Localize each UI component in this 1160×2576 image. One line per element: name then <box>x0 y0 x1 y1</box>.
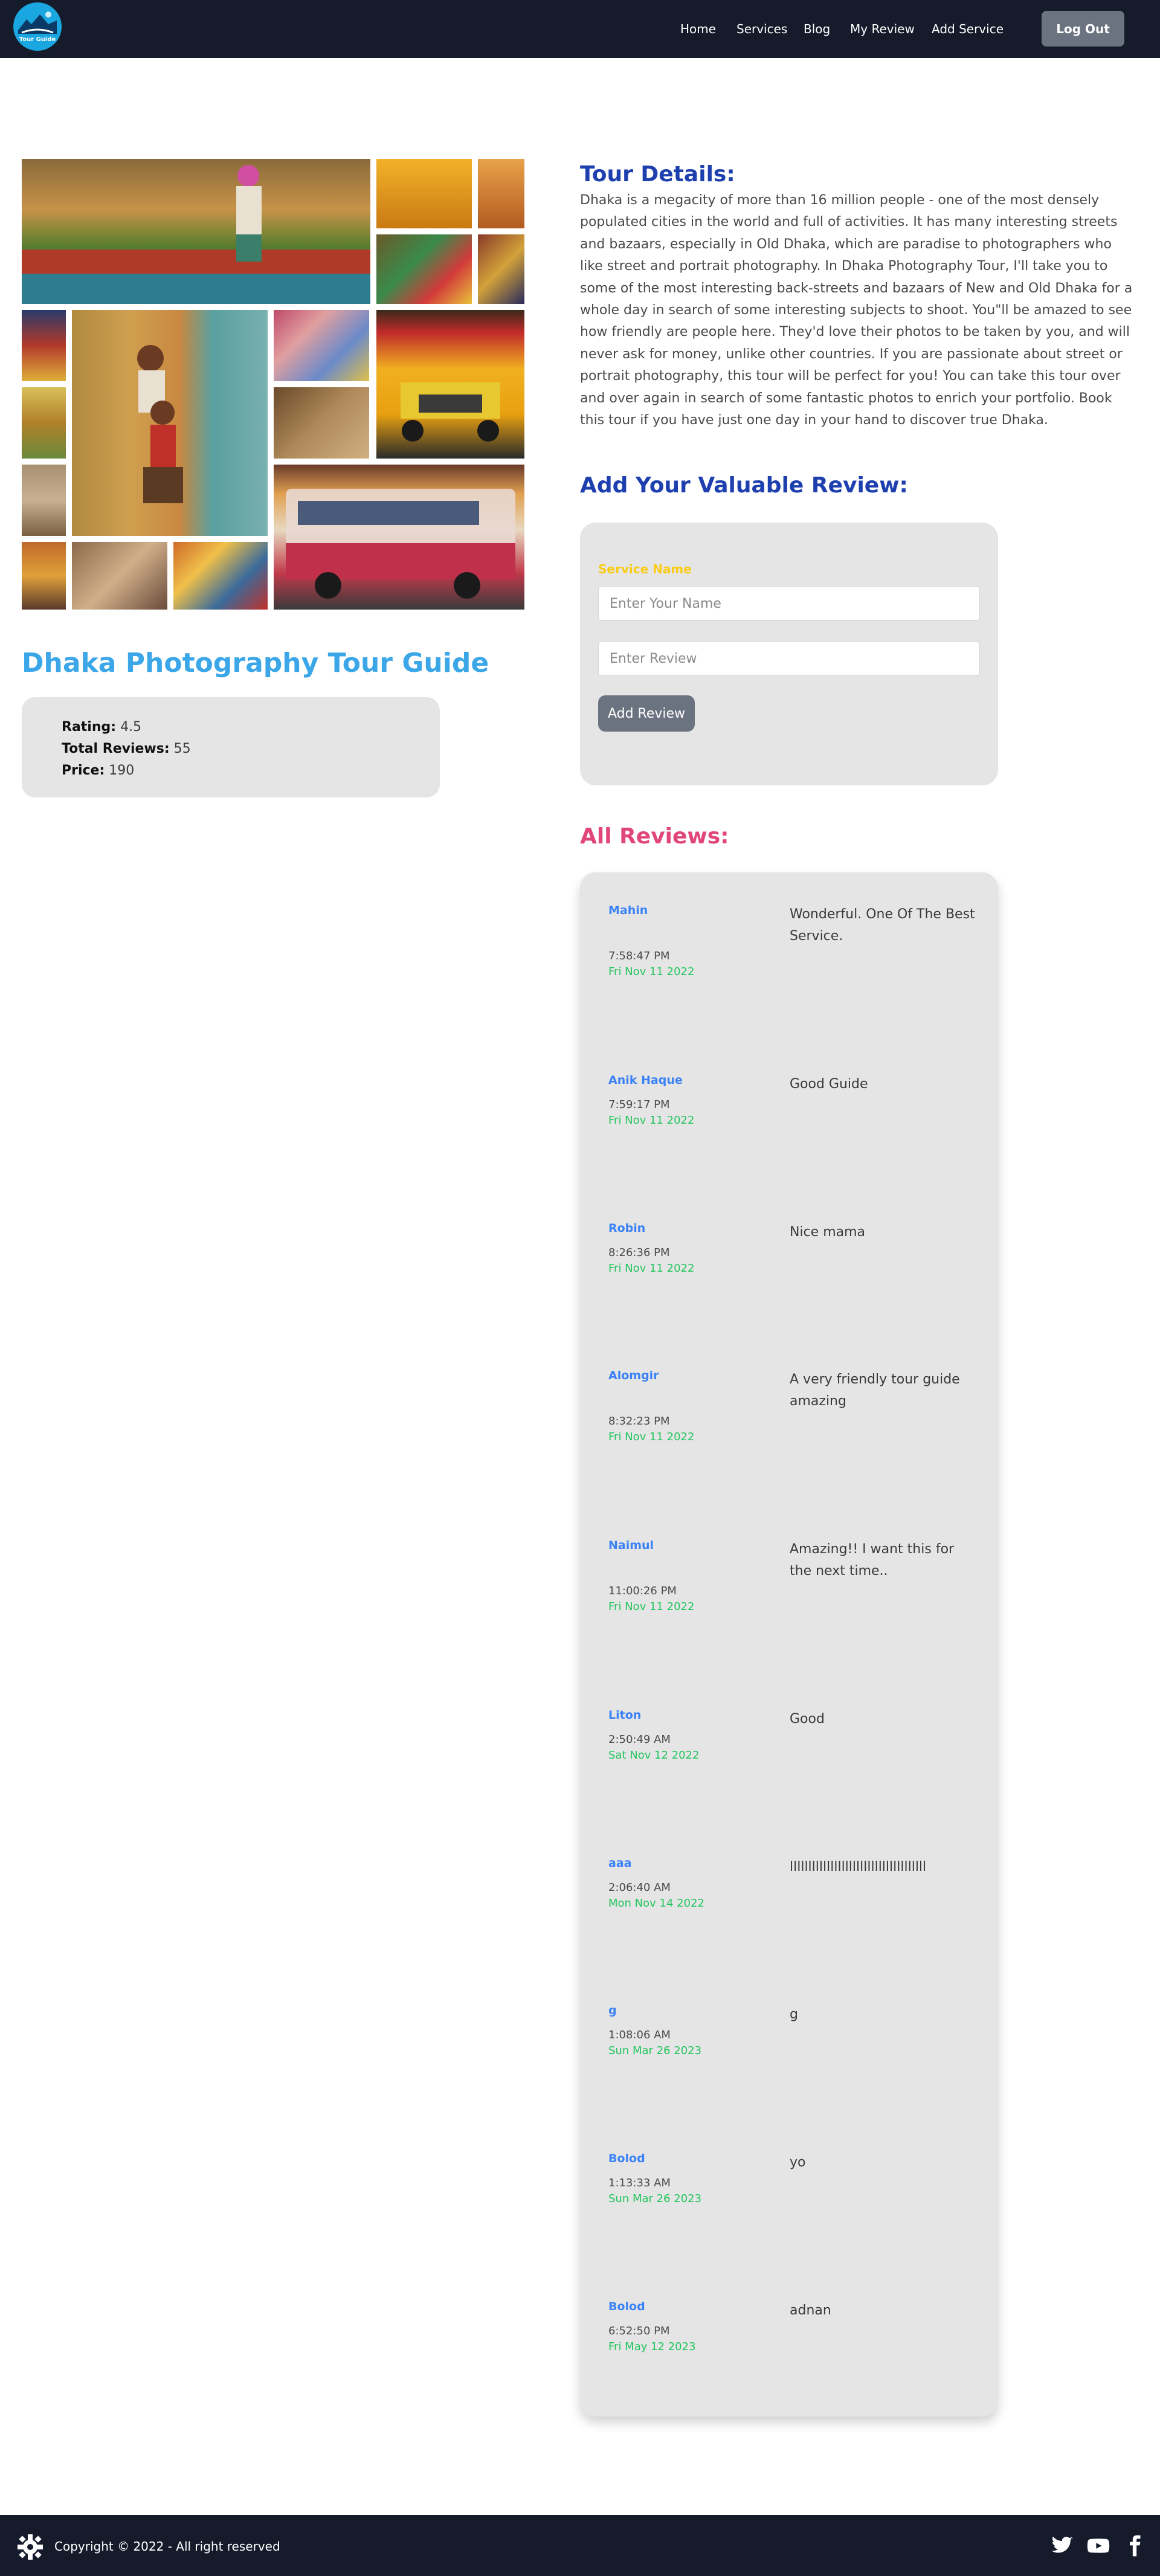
review-text: adnan <box>790 2303 831 2318</box>
footer: Copyright © 2022 - All right reserved <box>0 2515 1160 2576</box>
service-info-card: Rating: 4.5 Total Reviews: 55 Price: 190 <box>22 697 440 797</box>
add-review-button[interactable]: Add Review <box>598 695 695 732</box>
nav-link-my-review[interactable]: My Review <box>850 22 915 36</box>
reviewer-name: Bolod <box>608 2152 645 2165</box>
reviewer-name: Liton <box>608 1708 642 1722</box>
rating-value: 4.5 <box>120 720 142 735</box>
review-time: 1:08:06 AM <box>608 2029 671 2041</box>
reviewer-name: Mahin <box>608 904 648 917</box>
collage-photo-market-1 <box>22 310 66 381</box>
tour-details-heading: Tour Details: <box>580 162 735 187</box>
nav-link-home[interactable]: Home <box>680 22 716 36</box>
logo-badge-icon <box>13 2 62 51</box>
reviewer-name: Naimul <box>608 1539 654 1552</box>
review-date: Fri Nov 11 2022 <box>608 965 695 978</box>
review-time: 11:00:26 PM <box>608 1585 677 1597</box>
price-row: Price: 190 <box>62 760 440 782</box>
logo-text: Tour Guide <box>19 36 56 43</box>
review-time: 1:13:33 AM <box>608 2177 671 2189</box>
review-time: 8:32:23 PM <box>608 1415 670 1428</box>
reviewer-name: g <box>608 2004 617 2017</box>
reviewer-name: Anik Haque <box>608 1074 683 1087</box>
review-time: 6:52:50 PM <box>608 2325 670 2337</box>
collage-photo-truck <box>376 310 524 459</box>
review-text: Good <box>790 1711 825 1727</box>
collage-photo-goat <box>274 387 369 459</box>
navbar: Tour Guide Home Services Blog My Review … <box>0 0 1160 58</box>
collage-photo-mask <box>376 159 472 228</box>
collage-photo-children <box>72 310 268 536</box>
review-date: Fri Nov 11 2022 <box>608 1600 695 1613</box>
total-reviews-label: Total Reviews: <box>62 741 170 756</box>
copyright-text: Copyright © 2022 - All right reserved <box>54 2539 280 2554</box>
reviewer-name: Alomgir <box>608 1369 659 1382</box>
collage-photo-rickshaw-art <box>274 310 369 381</box>
review-date: Fri May 12 2023 <box>608 2340 696 2353</box>
service-name-label: Service Name <box>598 562 692 576</box>
service-title: Dhaka Photography Tour Guide <box>22 648 489 678</box>
reviewer-name: Bolod <box>608 2300 645 2313</box>
review-date: Sun Mar 26 2023 <box>608 2192 702 2205</box>
photo-collage <box>22 159 524 610</box>
reviews-list: Mahin 7:58:47 PM Fri Nov 11 2022 Wonderf… <box>580 872 998 2417</box>
review-time: 7:58:47 PM <box>608 950 670 962</box>
youtube-icon[interactable] <box>1086 2534 1110 2557</box>
review-time: 8:26:36 PM <box>608 1246 670 1259</box>
name-input[interactable] <box>598 587 980 620</box>
reviewer-name: Robin <box>608 1222 646 1235</box>
review-form: Service Name Add Review <box>580 523 998 785</box>
review-text: g <box>790 2007 798 2022</box>
review-text: Wonderful. One Of The Best Service. <box>790 907 975 944</box>
review-date: Sat Nov 12 2022 <box>608 1749 700 1762</box>
review-text: yo <box>790 2155 806 2170</box>
tour-details-text: Dhaka is a megacity of more than 16 mill… <box>580 193 1133 428</box>
nav-link-blog[interactable]: Blog <box>804 22 830 36</box>
review-text: A very friendly tour guide amazing <box>790 1372 960 1409</box>
all-reviews-heading: All Reviews: <box>580 824 729 849</box>
review-time: 2:50:49 AM <box>608 1733 671 1746</box>
review-date: Fri Nov 11 2022 <box>608 1262 695 1275</box>
facebook-icon[interactable] <box>1123 2534 1147 2557</box>
collage-photo-woman <box>478 159 524 228</box>
collage-photo-dolls <box>376 234 472 304</box>
collage-photo-market-4 <box>22 542 66 610</box>
review-input[interactable] <box>598 642 980 675</box>
collage-photo-boatman <box>22 159 370 304</box>
collage-photo-market-2 <box>22 387 66 459</box>
total-reviews-row: Total Reviews: 55 <box>62 738 440 760</box>
review-text: Amazing!! I want this for the next time.… <box>790 1542 955 1579</box>
footer-logo-icon <box>13 2533 47 2561</box>
review-date: Fri Nov 11 2022 <box>608 1431 695 1443</box>
logout-button[interactable]: Log Out <box>1042 11 1124 47</box>
review-text: Nice mama <box>790 1225 866 1240</box>
collage-photo-bus <box>274 465 524 610</box>
nav-link-services[interactable]: Services <box>736 22 787 36</box>
reviewer-name: aaa <box>608 1856 632 1870</box>
review-date: Mon Nov 14 2022 <box>608 1897 704 1910</box>
review-text: lllllllllllllllllllllllllllllllllllll <box>790 1860 927 1875</box>
price-value: 190 <box>109 763 135 778</box>
review-time: 2:06:40 AM <box>608 1881 671 1894</box>
collage-photo-market-3 <box>22 465 66 536</box>
review-time: 7:59:17 PM <box>608 1098 670 1111</box>
collage-photo-rickshaw <box>173 542 268 610</box>
collage-photo-dolls-2 <box>478 234 524 304</box>
collage-photo-cobbler <box>72 542 167 610</box>
rating-row: Rating: 4.5 <box>62 716 440 738</box>
review-date: Fri Nov 11 2022 <box>608 1114 695 1127</box>
logo[interactable]: Tour Guide <box>13 2 62 51</box>
nav-link-add-service[interactable]: Add Service <box>932 22 1004 36</box>
total-reviews-value: 55 <box>173 741 191 756</box>
rating-label: Rating: <box>62 720 117 735</box>
price-label: Price: <box>62 763 105 778</box>
twitter-icon[interactable] <box>1050 2534 1074 2557</box>
add-review-heading: Add Your Valuable Review: <box>580 473 908 498</box>
review-text: Good Guide <box>790 1077 868 1092</box>
review-date: Sun Mar 26 2023 <box>608 2044 702 2057</box>
